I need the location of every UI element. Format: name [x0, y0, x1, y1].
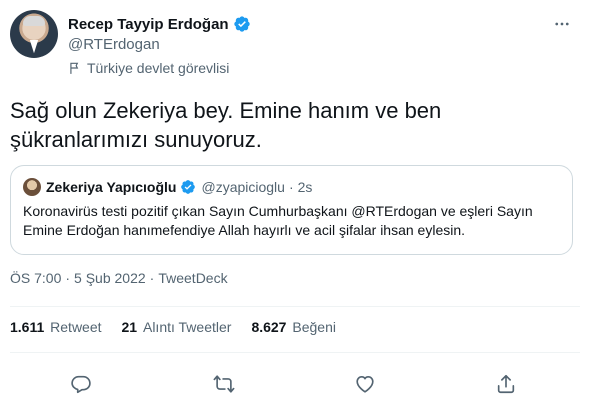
quoted-separator: ·	[288, 179, 294, 195]
tweet-source[interactable]: TweetDeck	[158, 270, 227, 286]
heart-icon[interactable]	[353, 372, 377, 396]
quoted-author-avatar	[23, 178, 41, 196]
tweet-stats: 1.611 Retweet 21 Alıntı Tweetler 8.627 B…	[10, 319, 356, 335]
tweet-card: Recep Tayyip Erdoğan @RTErdogan Türkiye …	[0, 0, 590, 409]
retweet-icon[interactable]	[212, 372, 236, 396]
retweets-count: 1.611	[10, 319, 45, 335]
more-icon[interactable]	[552, 14, 572, 34]
author-name-row: Recep Tayyip Erdoğan	[68, 14, 251, 34]
divider	[10, 306, 580, 307]
author-avatar[interactable]	[10, 10, 58, 58]
avatar-shirt-shape	[29, 40, 39, 54]
divider	[10, 352, 580, 353]
tweet-header: Recep Tayyip Erdoğan @RTErdogan Türkiye …	[10, 10, 580, 80]
likes-count: 8.627	[251, 319, 287, 335]
verified-badge-icon	[180, 179, 196, 195]
quoted-author-name: Zekeriya Yapıcıoğlu	[46, 179, 177, 195]
quoted-time: 2s	[297, 179, 313, 195]
tweet-actions	[0, 362, 590, 406]
author-display-name[interactable]: Recep Tayyip Erdoğan	[68, 16, 229, 33]
quoted-tweet-header: Zekeriya Yapıcıoğlu @zyapicioglu · 2s	[23, 178, 312, 196]
meta-separator: ·	[149, 270, 155, 286]
tweet-date[interactable]: 5 Şub 2022	[74, 270, 146, 286]
quoted-author-handle: @zyapicioglu	[201, 179, 285, 195]
author-handle[interactable]: @RTErdogan	[68, 36, 160, 53]
tweet-meta: ÖS 7:00 · 5 Şub 2022 · TweetDeck	[10, 270, 228, 286]
tweet-time[interactable]: ÖS 7:00	[10, 270, 61, 286]
retweets-stat[interactable]: 1.611 Retweet	[10, 319, 102, 335]
reply-icon[interactable]	[69, 372, 93, 396]
author-affiliation: Türkiye devlet görevlisi	[68, 60, 229, 76]
meta-separator: ·	[65, 270, 71, 286]
affiliation-label: Türkiye devlet görevlisi	[87, 60, 230, 76]
flag-icon	[68, 61, 82, 75]
share-icon[interactable]	[494, 372, 518, 396]
tweet-text: Sağ olun Zekeriya bey. Emine hanım ve be…	[10, 98, 442, 152]
likes-stat[interactable]: 8.627 Beğeni	[251, 319, 336, 335]
quotes-stat[interactable]: 21 Alıntı Tweetler	[122, 319, 232, 335]
avatar-hair-shape	[23, 16, 45, 26]
retweets-label: Retweet	[50, 319, 102, 335]
quotes-count: 21	[121, 319, 138, 335]
quoted-tweet-text: Koronavirüs testi pozitif çıkan Sayın Cu…	[23, 203, 533, 238]
verified-badge-icon	[233, 15, 251, 33]
quotes-label: Alıntı Tweetler	[142, 319, 232, 335]
quoted-tweet[interactable]: Zekeriya Yapıcıoğlu @zyapicioglu · 2s Ko…	[10, 165, 573, 255]
likes-label: Beğeni	[292, 319, 336, 335]
